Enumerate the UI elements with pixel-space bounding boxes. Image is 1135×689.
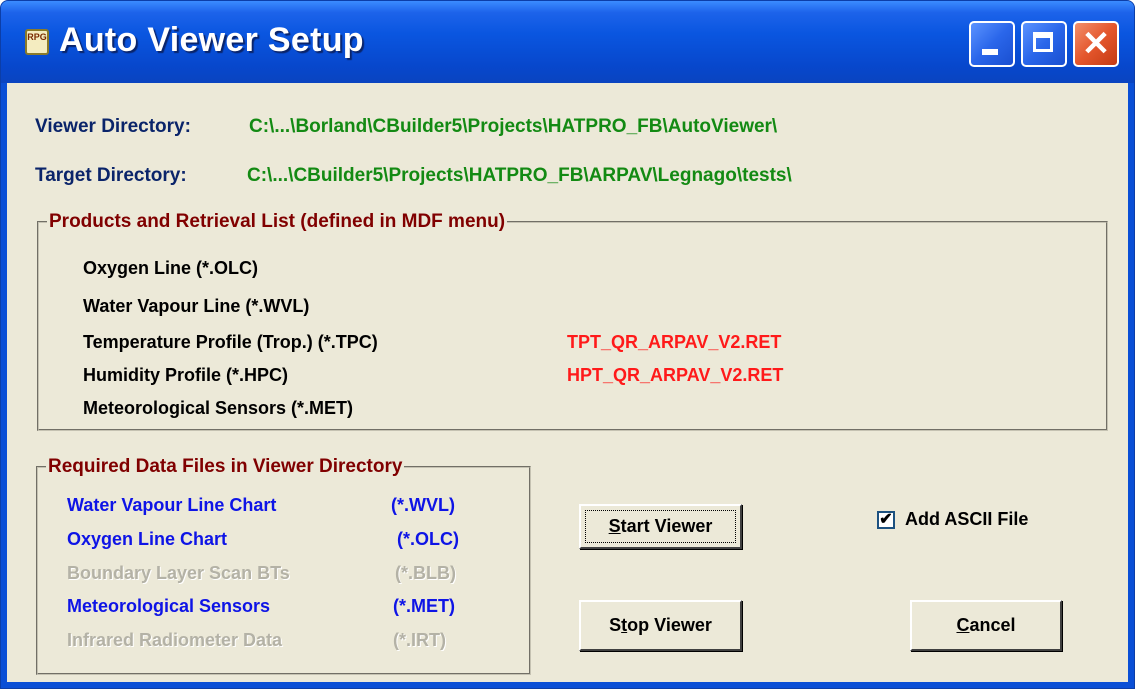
title-bar[interactable]: RPG Auto Viewer Setup ✕ <box>1 1 1134 83</box>
required-file-boundary-layer: Boundary Layer Scan BTs <box>67 563 290 583</box>
product-item-meteorological-sensors: Meteorological Sensors (*.MET) <box>83 398 354 418</box>
retrieval-file-humidity: HPT_QR_ARPAV_V2.RET <box>567 365 784 385</box>
product-item-humidity-profile: Humidity Profile (*.HPC) <box>83 365 289 385</box>
required-file-ext-wvl: (*.WVL) <box>391 495 455 515</box>
maximize-icon <box>1033 32 1053 52</box>
required-file-oxygen-chart: Oxygen Line Chart <box>67 529 228 549</box>
window-title: Auto Viewer Setup <box>59 21 364 59</box>
product-item-water-vapour-line: Water Vapour Line (*.WVL) <box>83 296 310 316</box>
focus-rectangle <box>585 510 736 543</box>
auto-viewer-setup-window: RPG Auto Viewer Setup ✕ Viewer Directory… <box>0 0 1135 689</box>
required-file-meteorological-sensors: Meteorological Sensors <box>67 596 271 616</box>
close-icon: ✕ <box>1081 25 1111 63</box>
app-icon[interactable]: RPG <box>25 29 49 55</box>
minimize-button[interactable] <box>969 21 1015 67</box>
viewer-directory-value: C:\...\Borland\CBuilder5\Projects\HATPRO… <box>249 116 778 137</box>
products-retrieval-legend: Products and Retrieval List (defined in … <box>49 211 506 232</box>
retrieval-file-temperature: TPT_QR_ARPAV_V2.RET <box>567 332 782 352</box>
close-button[interactable]: ✕ <box>1073 21 1119 67</box>
required-data-files-legend: Required Data Files in Viewer Directory <box>48 456 403 477</box>
add-ascii-file-label[interactable]: Add ASCII File <box>905 509 1028 530</box>
required-file-infrared-radiometer: Infrared Radiometer Data <box>67 630 283 650</box>
target-directory-label: Target Directory: <box>35 165 187 186</box>
required-file-ext-met: (*.MET) <box>393 596 455 616</box>
target-directory-value: C:\...\CBuilder5\Projects\HATPRO_FB\ARPA… <box>247 165 792 186</box>
required-file-ext-olc: (*.OLC) <box>397 529 459 549</box>
required-file-ext-blb: (*.BLB) <box>395 563 456 583</box>
cancel-button[interactable]: Cancel <box>910 600 1062 651</box>
product-item-temperature-profile: Temperature Profile (Trop.) (*.TPC) <box>83 332 378 352</box>
product-item-oxygen-line: Oxygen Line (*.OLC) <box>83 258 259 278</box>
add-ascii-file-checkbox[interactable]: ✔ <box>877 511 895 529</box>
maximize-button[interactable] <box>1021 21 1067 67</box>
minimize-icon <box>982 49 998 55</box>
viewer-directory-label: Viewer Directory: <box>35 116 191 137</box>
start-viewer-button[interactable]: Start Viewer <box>579 504 742 549</box>
required-file-ext-irt: (*.IRT) <box>393 630 446 650</box>
dialog-body: Viewer Directory: C:\...\Borland\CBuilde… <box>7 83 1128 682</box>
stop-viewer-button[interactable]: Stop Viewer <box>579 600 742 651</box>
required-file-water-vapour-chart: Water Vapour Line Chart <box>67 495 277 515</box>
